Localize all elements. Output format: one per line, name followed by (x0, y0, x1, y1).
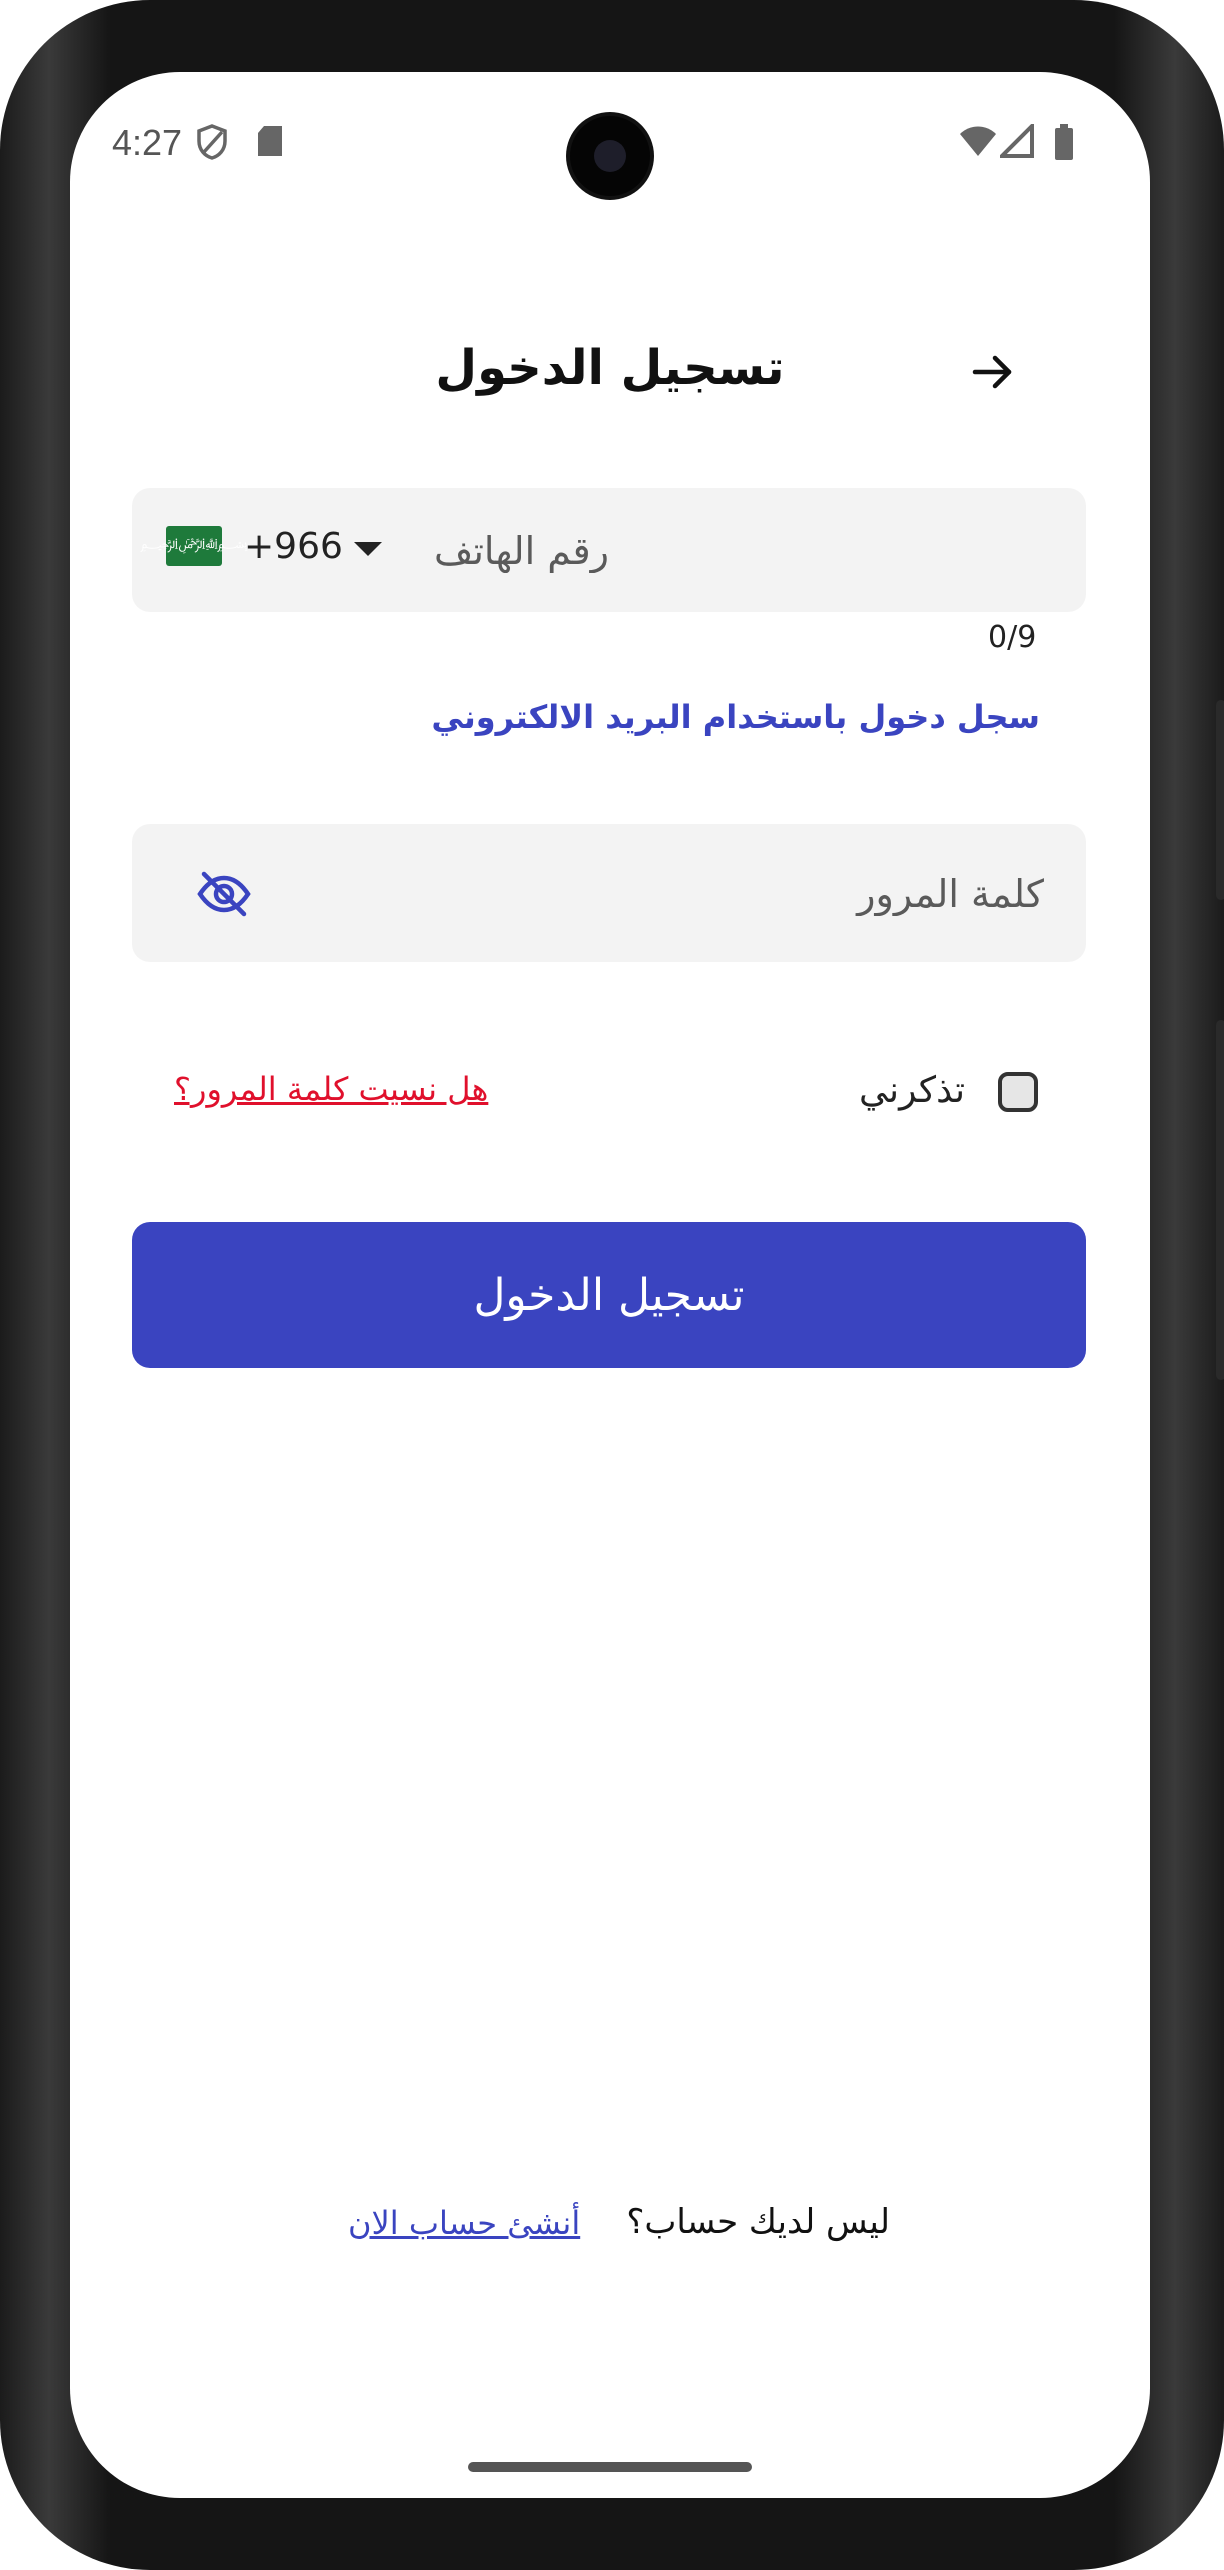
eye-off-icon[interactable] (196, 866, 252, 922)
signup-row: ليس لديك حساب؟ أنشئ حساب الان (70, 2198, 1150, 2258)
top-app-bar: تسجيل الدخول (70, 322, 1150, 422)
forgot-password-link[interactable]: هل نسيت كلمة المرور؟ (174, 1070, 488, 1108)
email-login-link[interactable]: سجل دخول باستخدام البريد الالكتروني (431, 698, 1040, 736)
app-screen: 4:27 تسجيل الدخول ﷽ +966 رقم الهاتف 0/9 … (70, 72, 1150, 2498)
remember-forgot-row: تذكرني هل نسيت كلمة المرور؟ (70, 1052, 1150, 1132)
chevron-down-icon[interactable] (354, 542, 382, 556)
remember-me-label: تذكرني (859, 1070, 965, 1111)
create-account-link[interactable]: أنشئ حساب الان (348, 2204, 580, 2242)
battery-icon (1055, 124, 1073, 160)
password-field (132, 824, 1086, 964)
arrow-right-icon[interactable] (965, 344, 1021, 400)
wifi-icon (960, 126, 996, 156)
no-account-text: ليس لديك حساب؟ (626, 2202, 890, 2242)
phone-field: ﷽ +966 (132, 488, 1086, 614)
saudi-flag-icon[interactable]: ﷽ (140, 526, 248, 566)
sd-card-icon (258, 126, 282, 156)
phone-input[interactable] (432, 488, 1046, 614)
remember-me-checkbox[interactable] (998, 1072, 1038, 1112)
phone-frame: 4:27 تسجيل الدخول ﷽ +966 رقم الهاتف 0/9 … (0, 0, 1224, 2570)
signal-icon (1000, 124, 1034, 158)
phone-char-counter: 0/9 (988, 620, 1037, 655)
home-indicator[interactable] (468, 2462, 752, 2472)
volume-button (1216, 1020, 1224, 1380)
shield-icon (197, 124, 227, 160)
password-input[interactable] (342, 824, 1046, 964)
power-button (1216, 700, 1224, 900)
country-code[interactable]: +966 (244, 526, 343, 567)
status-time: 4:27 (112, 122, 183, 163)
front-camera (570, 116, 650, 196)
login-button[interactable]: تسجيل الدخول (132, 1222, 1086, 1368)
